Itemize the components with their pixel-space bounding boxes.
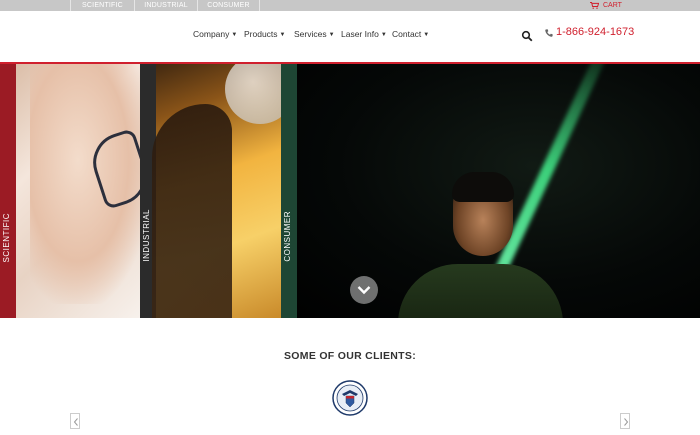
topbar-link-consumer[interactable]: Consumer [197,0,260,11]
chevron-down-icon: ▼ [231,32,238,38]
nav-contact-label: Contact [392,29,422,39]
chevron-down-icon: ▼ [279,32,286,38]
nav-laser-info-label: Laser Info [341,29,379,39]
nav-products[interactable]: Products ▼ [244,29,286,39]
phone-number: 1-866-924-1673 [556,26,635,38]
nav-services-label: Services [294,29,327,39]
chevron-down-icon: ▼ [328,32,335,38]
nav-company-label: Company [193,29,230,39]
topbar-link-scientific[interactable]: Scientific [70,0,134,11]
worker-photo [152,104,232,318]
tab-scientific[interactable]: Scientific [0,64,16,318]
chevron-down-icon: ▼ [423,32,430,38]
tab-scientific-label: Scientific [2,212,11,262]
chevron-down-icon [357,286,371,295]
nav-contact[interactable]: Contact ▼ [392,29,429,39]
search-icon[interactable] [521,30,533,42]
chevron-left-icon [73,418,78,426]
hero-banner: Scientific Industrial Consumer [0,64,700,318]
site-header: Company ▼ Products ▼ Services ▼ Laser Info ▼… [0,11,700,62]
clients-next-button[interactable] [620,413,630,429]
nav-services[interactable]: Services ▼ [294,29,335,39]
chevron-down-icon: ▼ [380,32,387,38]
cart-icon [590,2,599,9]
clients-prev-button[interactable] [70,413,80,429]
person-hair-graphic [452,172,514,202]
topbar-link-industrial[interactable]: Industrial [134,0,197,11]
chevron-right-icon [624,418,629,426]
nav-company[interactable]: Company ▼ [193,29,237,39]
tab-consumer-label: Consumer [283,211,292,262]
top-utility-bar: Scientific Industrial Consumer Cart [0,0,700,11]
nav-laser-info[interactable]: Laser Info ▼ [341,29,387,39]
scroll-down-button[interactable] [350,276,378,304]
nav-products-label: Products [244,29,278,39]
dhs-seal-logo [332,380,368,416]
clients-heading: SOME OF OUR CLIENTS: [284,350,416,362]
phone-icon [545,29,553,37]
cart-label: Cart [603,2,622,9]
panel-scientific[interactable]: Scientific [0,64,140,318]
tab-consumer[interactable]: Consumer [281,64,297,318]
